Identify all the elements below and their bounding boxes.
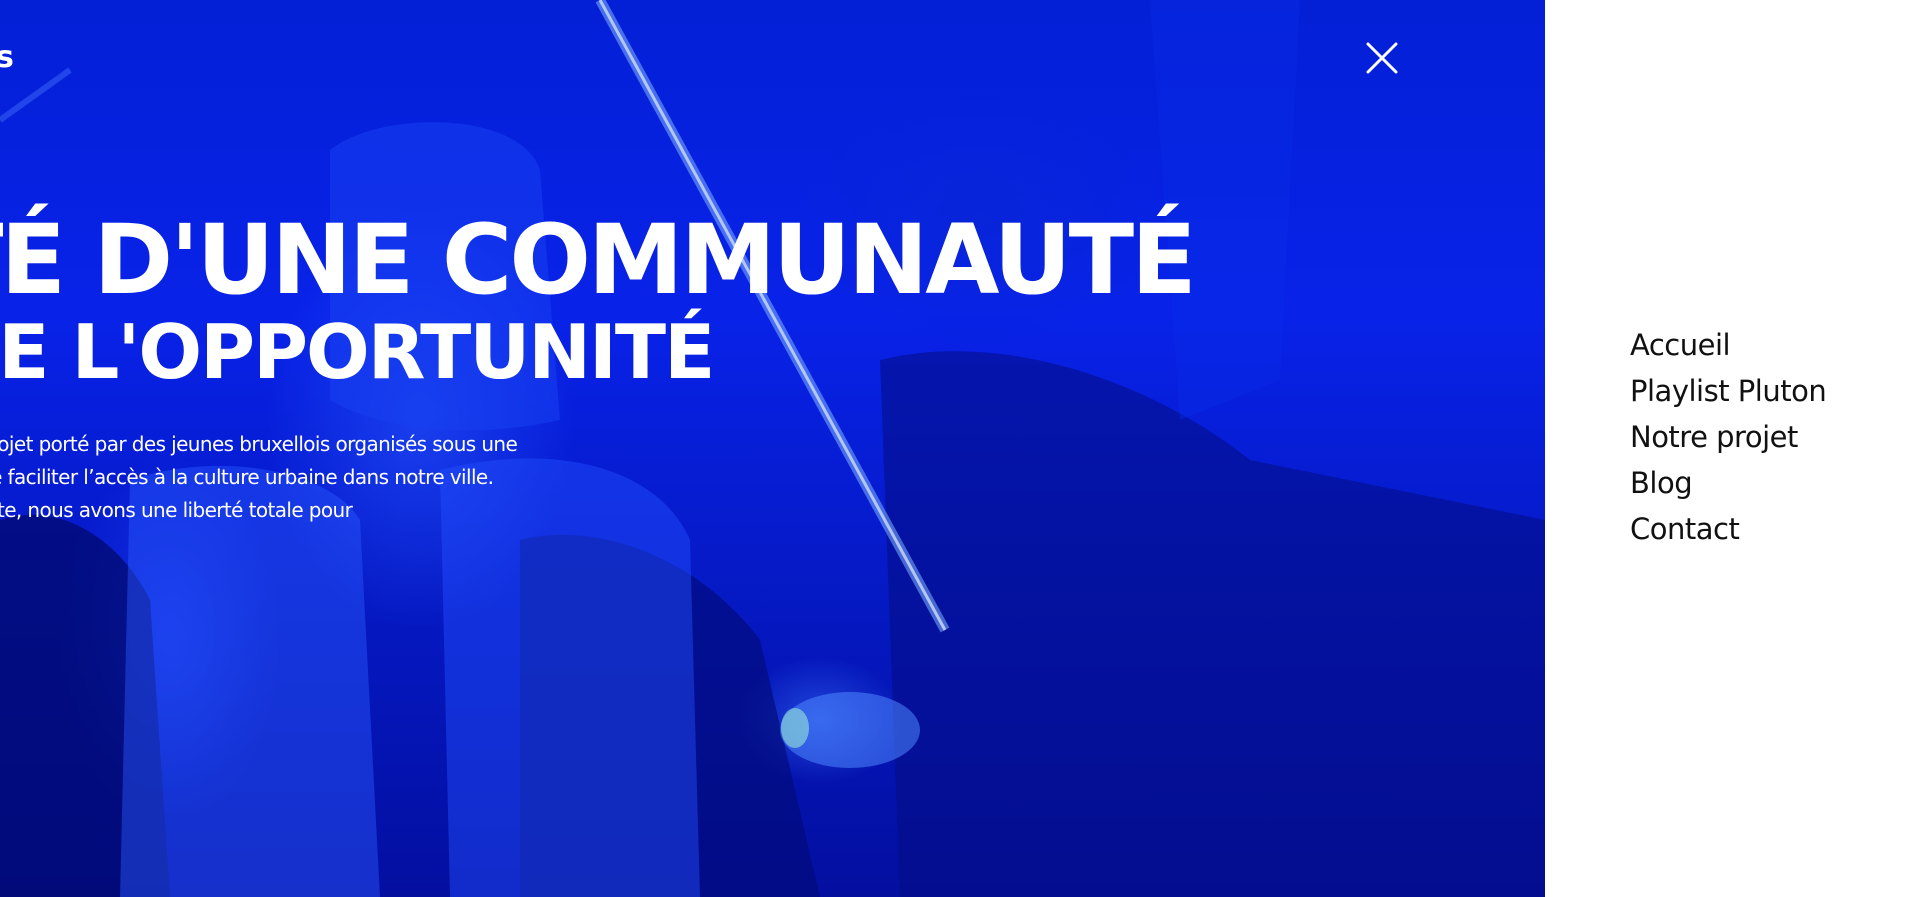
close-icon: [1366, 42, 1398, 74]
hero-intro-text: projet porté par des jeunes bruxellois o…: [0, 428, 638, 527]
menu-item-playlist-pluton[interactable]: Playlist Pluton: [1630, 368, 1827, 414]
menu-item-notre-projet[interactable]: Notre projet: [1630, 414, 1826, 460]
menu-item-blog[interactable]: Blog: [1630, 460, 1826, 506]
menu-item-accueil[interactable]: Accueil: [1630, 322, 1826, 368]
hero-headline-line-2: DE L'OPPORTUNITÉ: [0, 308, 715, 396]
menu-item-contact[interactable]: Contact: [1630, 506, 1826, 552]
hero-intro-line: tête, nous avons une liberté totale pour: [0, 498, 353, 522]
hero-headline: TÉ D'UNE COMMUNAUTÉ DE L'OPPORTUNITÉ: [0, 208, 1258, 392]
menu-list: Accueil Playlist Pluton Notre projet Blo…: [1630, 322, 1827, 552]
page: s TÉ D'UNE COMMUNAUTÉ DE L'OPPORTUNITÉ p…: [0, 0, 1920, 897]
side-navigation-menu: Accueil Playlist Pluton Notre projet Blo…: [1545, 0, 1920, 897]
hero-intro-line: de faciliter l’accès à la culture urbain…: [0, 465, 494, 489]
hero-headline-line-1: TÉ D'UNE COMMUNAUTÉ: [0, 204, 1197, 316]
close-menu-button[interactable]: [1362, 38, 1402, 78]
hero-section: s TÉ D'UNE COMMUNAUTÉ DE L'OPPORTUNITÉ p…: [0, 0, 1545, 897]
brand-logo-fragment[interactable]: s: [0, 38, 14, 78]
hero-intro-line: projet porté par des jeunes bruxellois o…: [0, 432, 518, 456]
